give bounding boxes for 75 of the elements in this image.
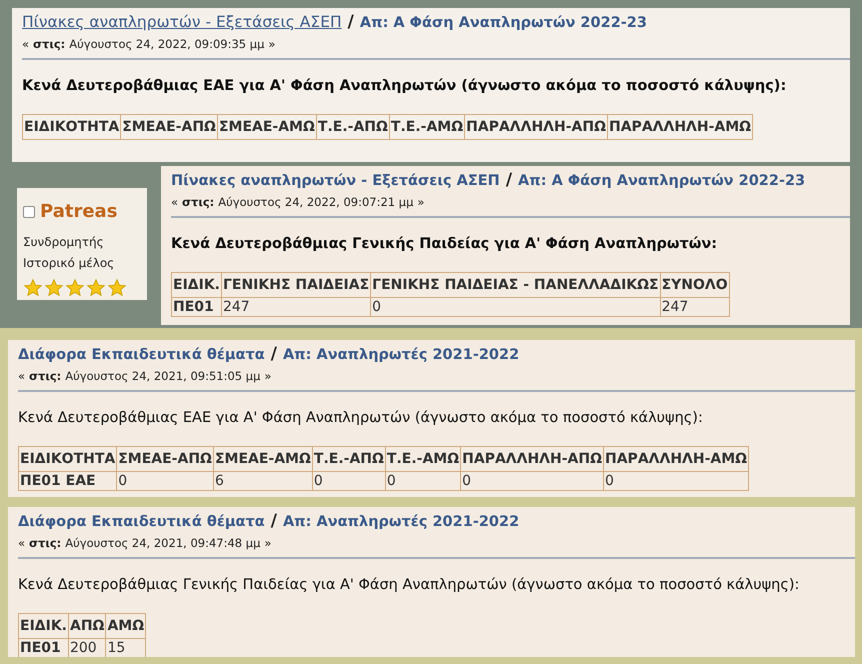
column-header: Τ.Ε.-ΑΜΩ xyxy=(389,114,465,140)
table-cell: 200 xyxy=(68,638,106,657)
quote-mark: « xyxy=(18,369,26,383)
column-header: ΑΠΩ xyxy=(68,614,106,638)
column-header: ΓΕΝΙΚΗΣ ΠΑΙΔΕΙΑΣ xyxy=(221,272,371,298)
column-header: ΣΥΝΟΛΟ xyxy=(660,272,730,298)
table-cell: 247 xyxy=(660,298,730,316)
column-header: Τ.Ε.-ΑΠΩ xyxy=(316,114,390,140)
table-cell: 0 xyxy=(604,472,749,490)
column-header: ΠΑΡΑΛΛΗΛΗ-ΑΜΩ xyxy=(604,446,749,472)
table-cell: 0 xyxy=(312,472,386,490)
quote-mark: » xyxy=(268,37,276,51)
table-cell: 6 xyxy=(213,472,312,490)
table-cell: 0 xyxy=(460,472,604,490)
table-cell: ΠΕ01 xyxy=(172,298,222,316)
breadcrumb-separator: / xyxy=(506,170,512,190)
date-label: στις: xyxy=(182,195,214,209)
column-header: ΕΙΔΙΚ. xyxy=(18,614,68,638)
board-link[interactable]: Πίνακες αναπληρωτών - Εξετάσεις ΑΣΕΠ xyxy=(22,12,342,32)
column-header: ΠΑΡΑΛΛΗΛΗ-ΑΠΩ xyxy=(464,114,608,140)
member-rank: Ιστορικό μέλος xyxy=(23,255,116,272)
column-header: ΣΜΕΑΕ-ΑΜΩ xyxy=(213,446,312,472)
breadcrumb-separator: / xyxy=(270,344,277,364)
post-heading: Κενά Δευτεροβάθμιας Γενικής Παιδείας για Α' Φάση Αναπληρωτών: xyxy=(171,235,718,254)
topic-link[interactable]: Απ: Α Φάση Αναπληρωτών 2022-23 xyxy=(518,171,806,191)
column-header: ΑΜΩ xyxy=(106,614,146,638)
column-header: Τ.Ε.-ΑΠΩ xyxy=(312,446,386,472)
column-header: ΕΙΔΙΚΟΤΗΤΑ xyxy=(22,114,121,140)
post-date: Αύγουστος 24, 2022, 09:07:21 μμ xyxy=(218,195,414,209)
date-label: στις: xyxy=(29,536,62,550)
post-heading: Κενά Δευτεροβάθμιας Γενικής Παιδείας για Α' Φάση Αναπληρωτών (άγνωστο ακόμα το ποσοστό κάλυψης): xyxy=(18,576,800,595)
post-date: Αύγουστος 24, 2021, 09:47:48 μμ xyxy=(65,536,260,550)
topic-link[interactable]: Απ: Α Φάση Αναπληρωτών 2022-23 xyxy=(360,13,647,33)
table-cell: ΠΕ01 ΕΑΕ xyxy=(18,472,117,490)
star-icon xyxy=(44,278,64,298)
table-cell: 0 xyxy=(370,298,660,316)
table-cell: ΠΕ01 xyxy=(18,638,68,657)
board-link[interactable]: Πίνακες αναπληρωτών - Εξετάσεις ΑΣΕΠ xyxy=(171,171,500,191)
topic-link[interactable]: Απ: Αναπληρωτές 2021-2022 xyxy=(282,512,520,532)
quote-mark: « xyxy=(22,37,30,51)
star-icon xyxy=(65,278,85,298)
table-cell: 0 xyxy=(385,472,461,490)
table-cell: 0 xyxy=(116,472,214,490)
star-icon xyxy=(86,278,106,298)
column-header: ΣΜΕΑΕ-ΑΠΩ xyxy=(120,114,218,140)
quote-mark: » xyxy=(264,536,272,550)
checkbox[interactable] xyxy=(23,206,35,218)
post-date: Αύγουστος 24, 2021, 09:51:05 μμ xyxy=(65,369,260,383)
star-icon xyxy=(107,278,127,298)
column-header: ΓΕΝΙΚΗΣ ΠΑΙΔΕΙΑΣ - ΠΑΝΕΛΛΑΔΙΚΩΣ xyxy=(370,272,660,298)
breadcrumb-separator: / xyxy=(348,12,354,32)
date-label: στις: xyxy=(29,369,62,383)
table-cell: 247 xyxy=(221,298,371,316)
star-icon xyxy=(23,278,43,298)
quote-mark: » xyxy=(417,195,424,209)
post-heading: Κενά Δευτεροβάθμιας ΕΑΕ για Α' Φάση Αναπληρωτών (άγνωστο ακόμα το ποσοστό κάλυψης): xyxy=(18,409,704,428)
quote-mark: « xyxy=(18,536,26,550)
username-link[interactable]: Patreas xyxy=(40,198,118,225)
board-link[interactable]: Διάφορα Εκπαιδευτικά θέματα xyxy=(18,345,265,365)
quote-mark: » xyxy=(264,369,272,383)
topic-link[interactable]: Απ: Αναπληρωτές 2021-2022 xyxy=(282,345,520,365)
column-header: ΠΑΡΑΛΛΗΛΗ-ΑΠΩ xyxy=(460,446,604,472)
column-header: ΣΜΕΑΕ-ΑΜΩ xyxy=(217,114,316,140)
quote-mark: « xyxy=(171,195,178,209)
column-header: ΕΙΔΙΚΟΤΗΤΑ xyxy=(18,446,117,472)
member-group: Συνδρομητής xyxy=(23,233,141,251)
post-date: Αύγουστος 24, 2022, 09:09:35 μμ xyxy=(69,37,264,51)
board-link[interactable]: Διάφορα Εκπαιδευτικά θέματα xyxy=(18,512,265,532)
date-label: στις: xyxy=(33,37,66,51)
column-header: ΕΙΔΙΚ. xyxy=(172,272,222,298)
post-heading: Κενά Δευτεροβάθμιας ΕΑΕ για Α' Φάση Αναπληρωτών (άγνωστο ακόμα το ποσοστό κάλυψης): xyxy=(22,77,788,96)
column-header: ΠΑΡΑΛΛΗΛΗ-ΑΜΩ xyxy=(608,114,753,140)
column-header: ΣΜΕΑΕ-ΑΠΩ xyxy=(116,446,214,472)
column-header: Τ.Ε.-ΑΜΩ xyxy=(385,446,461,472)
breadcrumb-separator: / xyxy=(270,511,277,531)
